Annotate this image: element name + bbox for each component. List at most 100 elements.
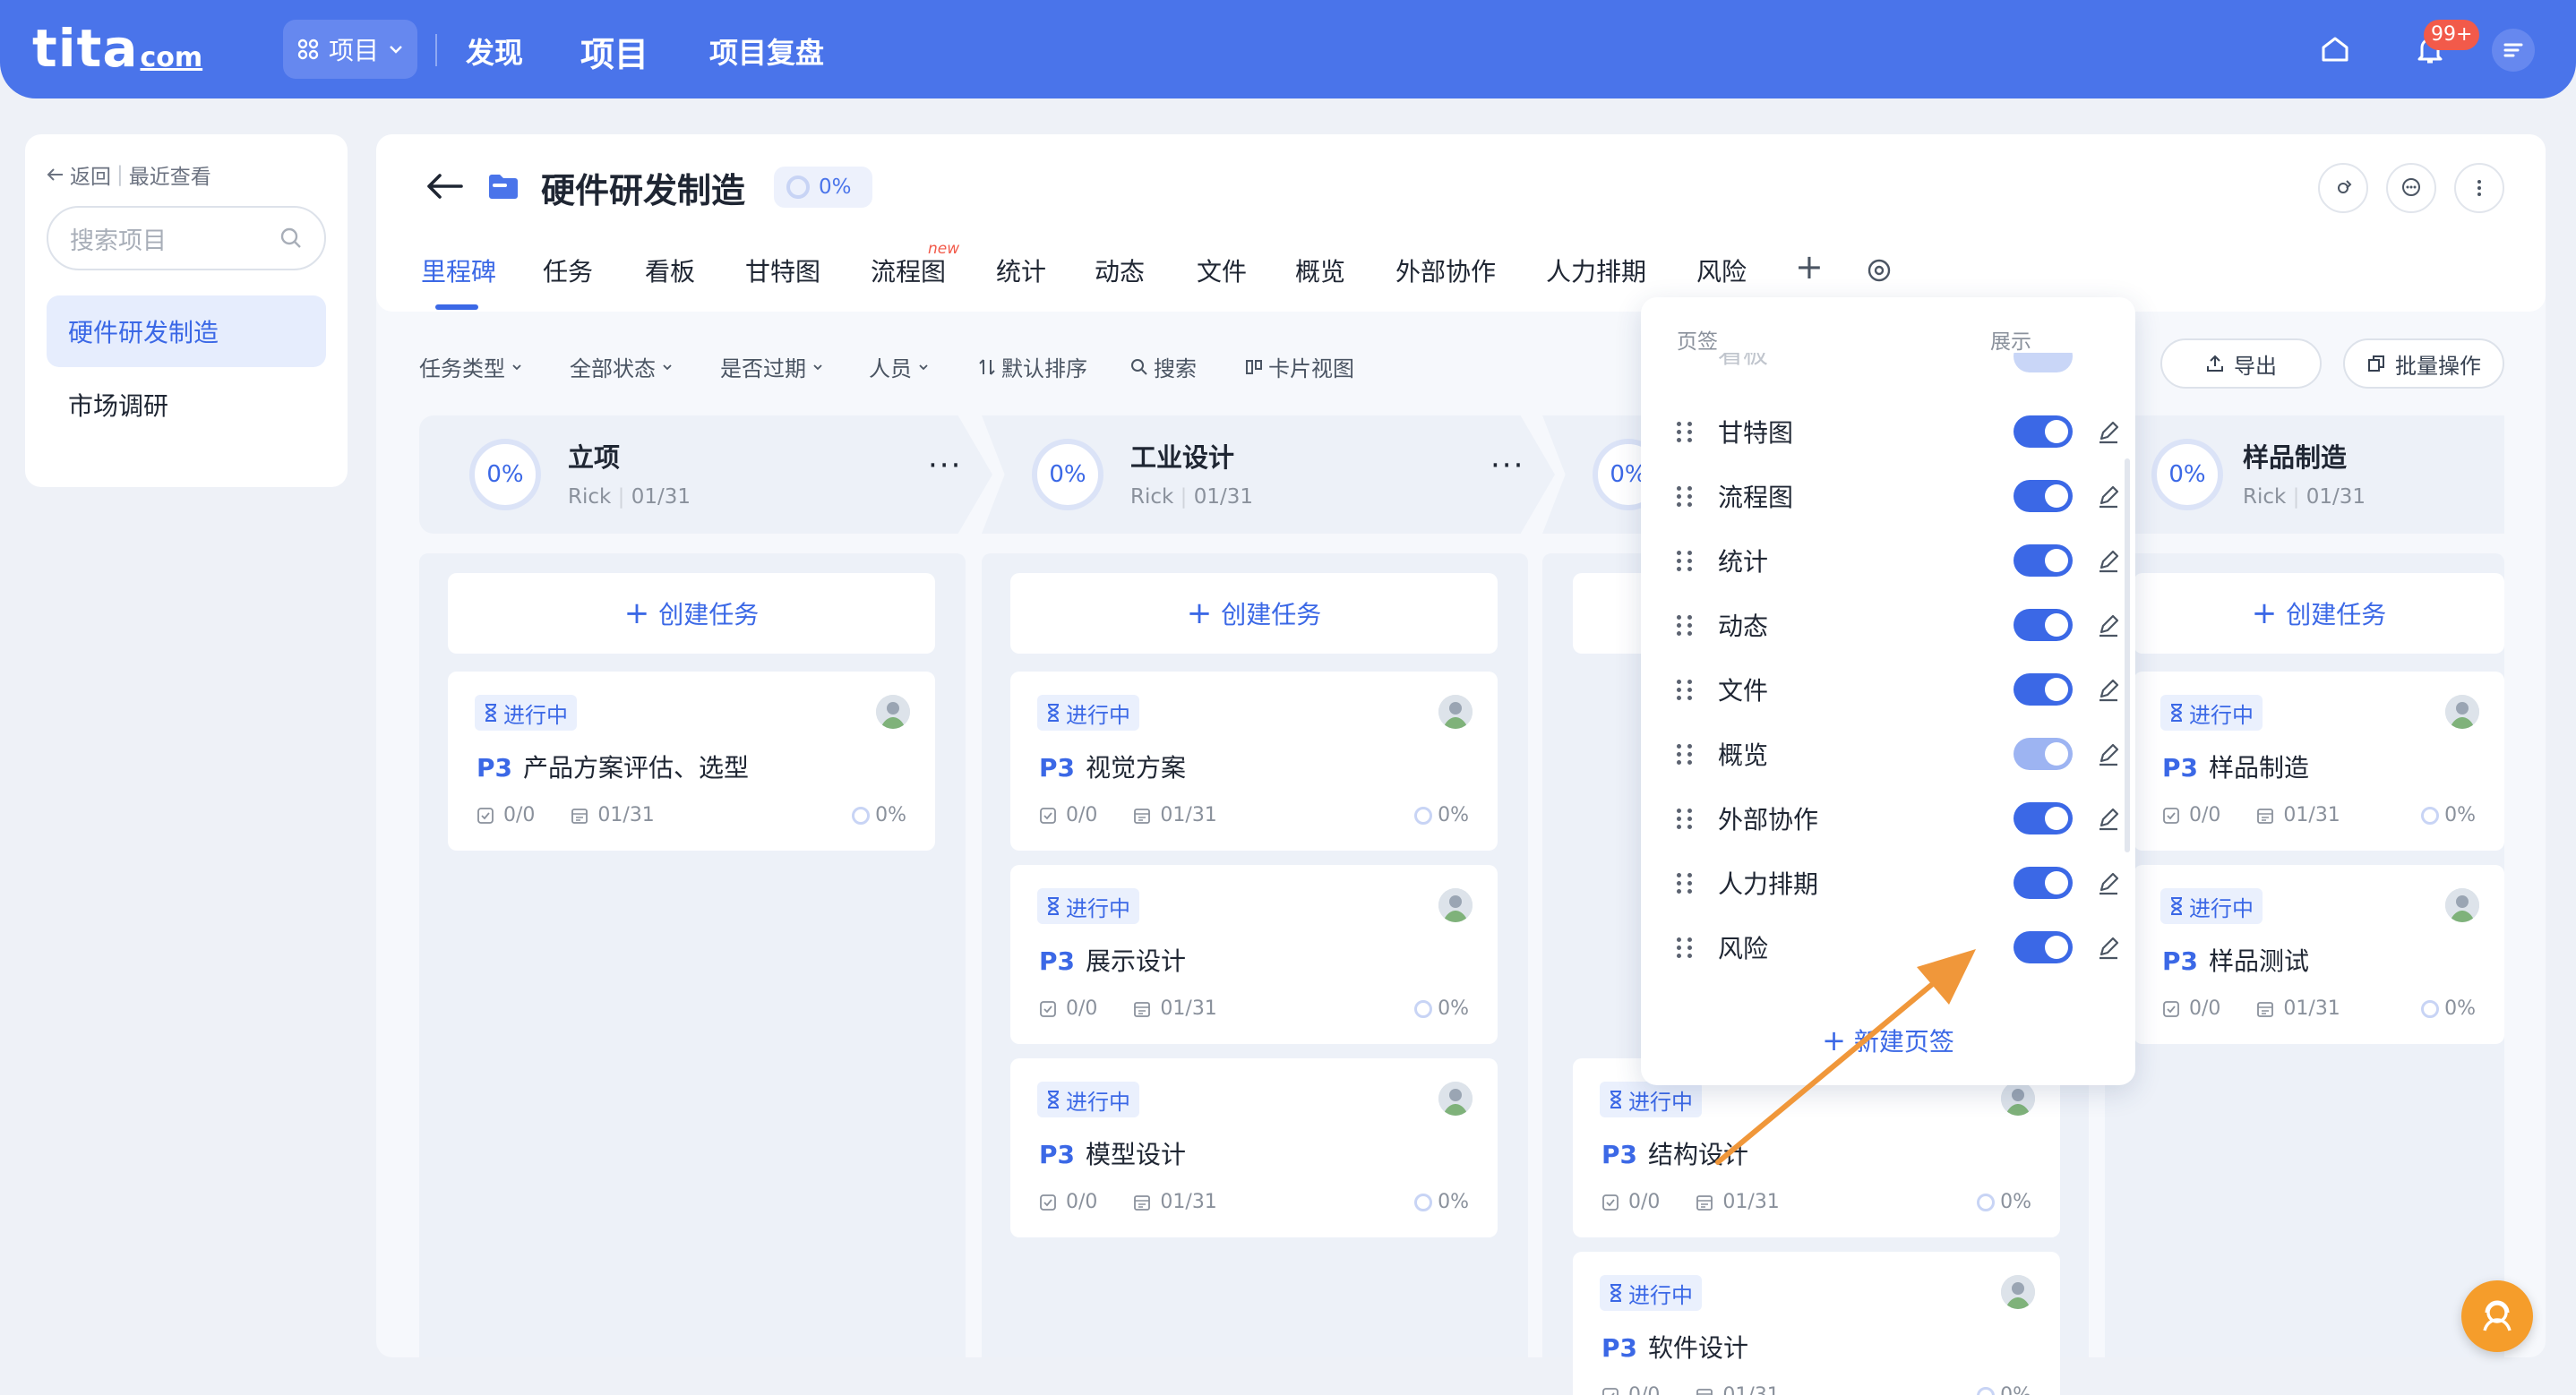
tab-settings-icon[interactable] [1867, 258, 1892, 287]
bulk-action-button[interactable]: 批量操作 [2343, 338, 2504, 389]
milestone-column-header[interactable]: 0% 工业设计 Rick | 01/31 ··· [982, 415, 1555, 534]
add-tab-icon[interactable]: + [1795, 247, 1824, 287]
pencil-icon[interactable] [2094, 933, 2123, 962]
tab-milestone[interactable]: 里程碑 [421, 252, 496, 288]
visibility-toggle[interactable] [2014, 802, 2073, 834]
sidebar-item-hardware[interactable]: 硬件研发制造 [47, 295, 326, 367]
back-recent-link[interactable]: 返回 | 最近查看 [47, 159, 211, 190]
pencil-icon[interactable] [2094, 546, 2123, 575]
card-view-button[interactable]: 卡片视图 [1245, 351, 1354, 382]
share-button[interactable] [2318, 163, 2368, 213]
dropdown-scrollbar[interactable] [2125, 458, 2130, 852]
tita-logo[interactable]: tita com [32, 18, 202, 81]
visibility-toggle[interactable] [2014, 931, 2073, 963]
status-badge[interactable]: 进行中 [1600, 1082, 1702, 1117]
tab-resource[interactable]: 人力排期 [1546, 252, 1646, 288]
visibility-toggle[interactable] [2014, 415, 2073, 448]
pencil-icon[interactable] [2094, 740, 2123, 768]
pencil-icon[interactable] [2094, 611, 2123, 639]
filter-overdue[interactable]: 是否过期 [720, 351, 824, 382]
pencil-icon[interactable] [2094, 869, 2123, 897]
column-more-icon[interactable]: ··· [928, 448, 962, 484]
column-more-icon[interactable]: ··· [1490, 448, 1524, 484]
status-badge[interactable]: 进行中 [475, 695, 577, 731]
task-card[interactable]: 进行中 P3 结构设计 0/0 01/31 0% [1573, 1058, 2060, 1237]
tab-tasks[interactable]: 任务 [543, 252, 593, 288]
drag-handle-icon[interactable] [1677, 612, 1695, 638]
task-card[interactable]: 进行中 P3 样品测试 0/0 01/31 0% [2134, 865, 2504, 1044]
filter-task-type[interactable]: 任务类型 [419, 351, 523, 382]
avatar[interactable] [1438, 1082, 1473, 1116]
task-title[interactable]: P3 产品方案评估、选型 [477, 749, 749, 784]
status-badge[interactable]: 进行中 [2160, 888, 2263, 924]
tab-visibility-row[interactable]: 流程图 [1677, 469, 2119, 523]
search-button[interactable]: 搜索 [1130, 351, 1197, 382]
task-card[interactable]: 进行中 P3 软件设计 0/0 01/31 0% [1573, 1252, 2060, 1395]
create-task-button[interactable]: + 创建任务 [2134, 573, 2504, 654]
task-card[interactable]: 进行中 P3 展示设计 0/0 01/31 0% [1010, 865, 1498, 1044]
sort-button[interactable]: 默认排序 [978, 351, 1087, 382]
avatar[interactable] [1438, 695, 1473, 729]
create-task-button[interactable]: + 创建任务 [1010, 573, 1498, 654]
milestone-column-header[interactable]: 0% 样品制造 Rick | 01/31 [2105, 415, 2504, 534]
task-title[interactable]: P3 软件设计 [1601, 1329, 1748, 1365]
filter-people[interactable]: 人员 [869, 351, 930, 382]
visibility-toggle[interactable] [2014, 609, 2073, 641]
pencil-icon[interactable] [2094, 482, 2123, 510]
tab-risk[interactable]: 风险 [1696, 252, 1747, 288]
status-badge[interactable]: 进行中 [2160, 695, 2263, 731]
tab-files[interactable]: 文件 [1197, 252, 1247, 288]
task-title[interactable]: P3 展示设计 [1039, 942, 1186, 978]
export-button[interactable]: 导出 [2160, 338, 2322, 389]
nav-projects[interactable]: 项目 [580, 27, 648, 76]
tab-stats[interactable]: 统计 [996, 252, 1046, 288]
menu-icon[interactable] [2492, 29, 2535, 72]
tab-gantt[interactable]: 甘特图 [745, 252, 820, 288]
visibility-toggle[interactable] [2014, 544, 2073, 577]
tab-visibility-row[interactable]: 统计 [1677, 534, 2119, 587]
project-switcher-button[interactable]: 项目 [283, 20, 417, 79]
support-avatar-button[interactable] [2461, 1280, 2533, 1352]
drag-handle-icon[interactable] [1677, 806, 1695, 831]
comment-button[interactable] [2386, 163, 2436, 213]
avatar[interactable] [876, 695, 910, 729]
visibility-toggle[interactable] [2014, 738, 2073, 770]
task-card[interactable]: 进行中 P3 视觉方案 0/0 01/31 0% [1010, 672, 1498, 851]
visibility-toggle[interactable] [2014, 480, 2073, 512]
avatar[interactable] [2445, 695, 2479, 729]
task-card[interactable]: 进行中 P3 样品制造 0/0 01/31 0% [2134, 672, 2504, 851]
tab-visibility-row[interactable]: 动态 [1677, 598, 2119, 652]
create-task-button[interactable]: + 创建任务 [448, 573, 935, 654]
drag-handle-icon[interactable] [1677, 935, 1695, 960]
task-card[interactable]: 进行中 P3 模型设计 0/0 01/31 0% [1010, 1058, 1498, 1237]
drag-handle-icon[interactable] [1677, 870, 1695, 895]
tab-visibility-row[interactable]: 风险 [1677, 920, 2119, 974]
visibility-toggle[interactable] [2014, 867, 2073, 899]
task-title[interactable]: P3 样品制造 [2162, 749, 2309, 784]
avatar[interactable] [2001, 1275, 2035, 1309]
avatar[interactable] [1438, 888, 1473, 922]
tab-visibility-row[interactable]: 概览 [1677, 727, 2119, 781]
task-title[interactable]: P3 样品测试 [2162, 942, 2309, 978]
more-options-button[interactable] [2454, 163, 2504, 213]
status-badge[interactable]: 进行中 [1037, 888, 1139, 924]
pencil-icon[interactable] [2094, 804, 2123, 833]
tab-overview[interactable]: 概览 [1295, 252, 1345, 288]
tab-visibility-row[interactable]: 外部协作 [1677, 792, 2119, 845]
drag-handle-icon[interactable] [1677, 741, 1695, 766]
project-search-input[interactable]: 搜索项目 [47, 206, 326, 270]
drag-handle-icon[interactable] [1677, 419, 1695, 444]
task-title[interactable]: P3 结构设计 [1601, 1135, 1748, 1171]
tab-visibility-row[interactable]: 甘特图 [1677, 405, 2119, 458]
tab-visibility-row[interactable]: 文件 [1677, 663, 2119, 716]
pencil-icon[interactable] [2094, 675, 2123, 704]
tab-activity[interactable]: 动态 [1095, 252, 1145, 288]
home-icon[interactable] [2316, 30, 2354, 68]
task-title[interactable]: P3 模型设计 [1039, 1135, 1186, 1171]
status-badge[interactable]: 进行中 [1600, 1275, 1702, 1311]
nav-project-review[interactable]: 项目复盘 [709, 30, 824, 72]
tab-flowchart[interactable]: 流程图 [871, 252, 946, 288]
filter-status[interactable]: 全部状态 [570, 351, 674, 382]
recent-label[interactable]: 最近查看 [129, 159, 211, 190]
back-arrow-icon[interactable] [425, 170, 465, 202]
